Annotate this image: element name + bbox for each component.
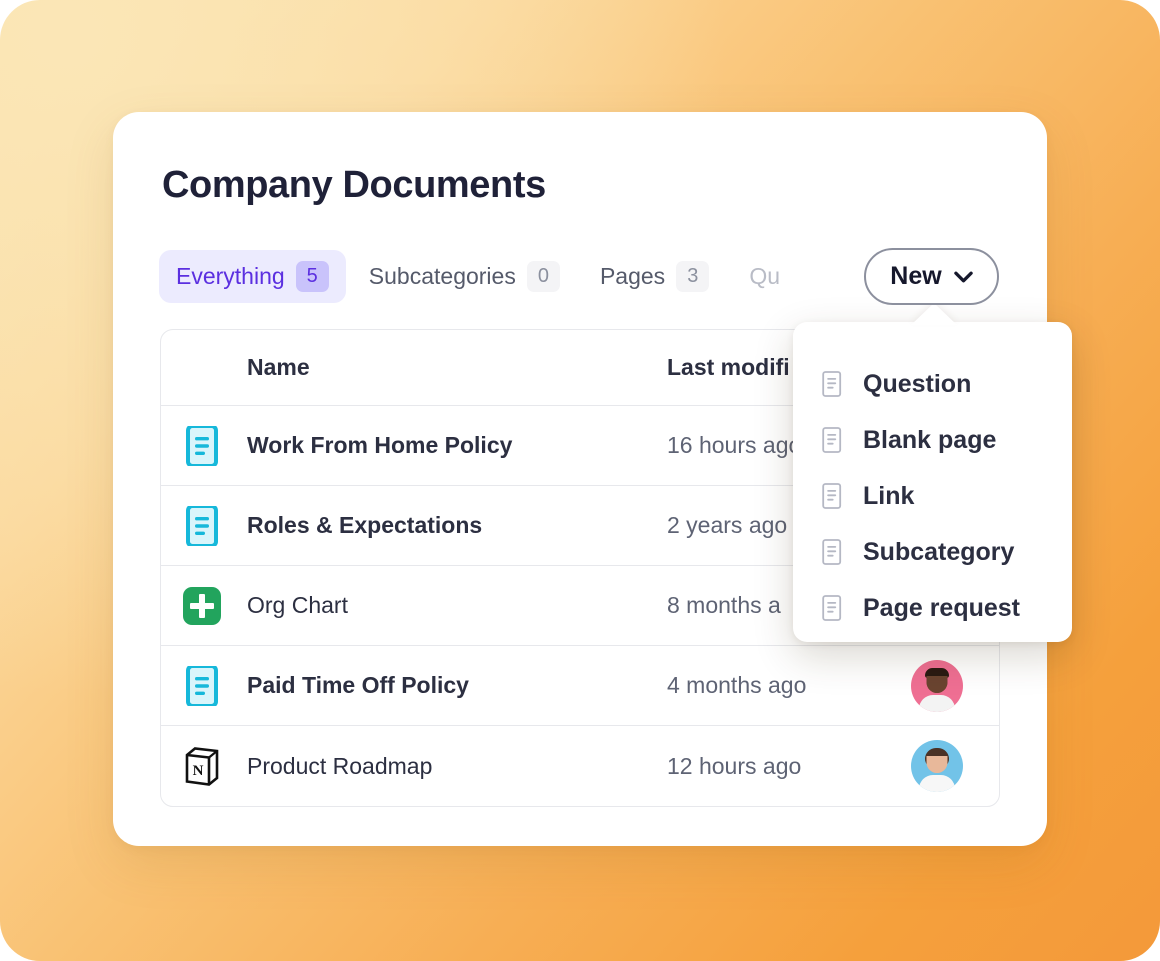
tab-label: Qu [749,263,780,289]
document-icon-gray [822,595,842,621]
dropdown-item-page-request[interactable]: Page request [793,580,1072,636]
notion-icon: N [185,747,219,786]
row-file-icon: N [183,746,247,786]
tab-count-badge: 0 [526,261,560,292]
document-icon-gray [822,371,842,397]
new-button[interactable]: New [864,248,999,305]
row-name[interactable]: Roles & Expectations [247,512,667,539]
document-icon-gray [822,483,842,509]
google-sheets-icon [183,586,221,625]
tab-pages[interactable]: Pages 3 [583,250,726,303]
document-icon-gray [822,427,842,453]
tab-subcategories[interactable]: Subcategories 0 [352,250,577,303]
avatar [911,659,963,712]
row-file-icon [183,586,247,625]
document-icon-cyan [186,505,218,546]
row-file-icon [183,505,247,546]
table-row[interactable]: Paid Time Off Policy 4 months ago [161,646,999,726]
page-title: Company Documents [162,164,546,206]
dropdown-item-label: Page request [863,593,1021,622]
document-icon-cyan [186,665,218,706]
row-file-icon [183,425,247,466]
dropdown-item-label: Subcategory [863,537,1015,566]
svg-text:N: N [193,763,204,779]
tab-count-badge: 3 [676,261,710,292]
dropdown-item-link[interactable]: Link [793,468,1072,524]
dropdown-item-label: Question [863,369,972,398]
dropdown-item-question[interactable]: Question [793,356,1072,412]
table-row[interactable]: N Product Roadmap 12 hours ago [161,726,999,806]
tab-count-badge: 5 [295,261,329,292]
dropdown-item-blank-page[interactable]: Blank page [793,412,1072,468]
row-name[interactable]: Product Roadmap [247,753,667,780]
tab-label: Pages [599,263,666,289]
dropdown-item-label: Link [863,481,915,510]
row-avatar-cell [897,659,977,712]
chevron-down-icon [953,271,973,282]
dropdown-item-label: Blank page [863,425,997,454]
dropdown-item-subcategory[interactable]: Subcategory [793,524,1072,580]
tab-bar: Everything 5 Subcategories 0 Pages 3 Qu [159,250,797,303]
tab-qu[interactable]: Qu [732,252,797,301]
row-last-modified: 4 months ago [667,672,807,698]
document-icon-gray [822,539,842,565]
column-header-name[interactable]: Name [247,354,667,381]
row-avatar-cell [897,740,977,792]
row-name[interactable]: Paid Time Off Policy [247,672,667,699]
row-name[interactable]: Work From Home Policy [247,432,667,459]
tab-everything[interactable]: Everything 5 [159,250,346,303]
avatar [911,740,963,792]
document-icon-cyan [186,425,218,466]
new-button-label: New [890,262,942,290]
row-last-modified: 12 hours ago [667,752,802,779]
tab-label: Subcategories [368,263,516,289]
dropdown-arrow [911,303,957,325]
row-file-icon [183,665,247,706]
tab-label: Everything [176,263,285,289]
row-name[interactable]: Org Chart [247,592,667,619]
background-gradient: Company Documents Everything 5 Subcategori… [0,0,1160,961]
new-dropdown-menu: Question Blank page Link Subcategory Page re… [793,322,1072,642]
